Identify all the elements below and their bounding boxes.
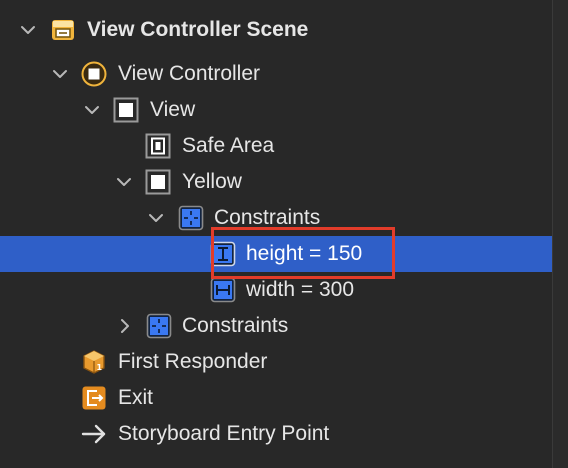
- chevron-down-icon[interactable]: [51, 65, 69, 83]
- chevron-down-icon[interactable]: [83, 101, 101, 119]
- svg-text:1: 1: [97, 363, 103, 372]
- outline-row-label: Safe Area: [182, 134, 275, 157]
- outline-row-view-controller-scene[interactable]: View Controller Scene: [0, 12, 552, 48]
- entry-point-arrow-icon: [81, 424, 106, 444]
- outline-row-label: Yellow: [182, 170, 242, 193]
- vertical-scrollbar[interactable]: [552, 0, 568, 468]
- exit-icon: [82, 386, 106, 410]
- outline-row-label: First Responder: [118, 350, 268, 373]
- view-icon: [113, 97, 139, 123]
- chevron-right-icon[interactable]: [116, 317, 134, 335]
- chevron-down-icon[interactable]: [115, 173, 133, 191]
- outline-row-label: View: [150, 98, 196, 121]
- outline-row-exit[interactable]: Exit: [0, 380, 552, 416]
- document-outline: View Controller Scene View Controller Vi…: [0, 0, 568, 468]
- outline-row-view[interactable]: View: [0, 92, 552, 128]
- outline-row-label: Constraints: [182, 314, 289, 337]
- scene-icon: [52, 20, 74, 40]
- constraints-icon: [178, 205, 204, 231]
- outline-row-label: Exit: [118, 386, 154, 409]
- safe-area-icon: [145, 133, 171, 159]
- chevron-down-icon[interactable]: [19, 21, 37, 39]
- outline-row-view-controller[interactable]: View Controller: [0, 56, 552, 92]
- view-icon: [145, 169, 171, 195]
- width-constraint-icon: [210, 277, 236, 303]
- view-controller-icon: [81, 61, 107, 87]
- outline-row-constraints[interactable]: Constraints: [0, 308, 552, 344]
- outline-row-storyboard-entry-point[interactable]: Storyboard Entry Point: [0, 416, 552, 452]
- outline-row-label: View Controller Scene: [87, 18, 309, 41]
- outline-row-label: View Controller: [118, 62, 261, 85]
- outline-row-label: Storyboard Entry Point: [118, 422, 330, 445]
- first-responder-icon: 1: [83, 350, 105, 374]
- chevron-down-icon[interactable]: [147, 209, 165, 227]
- annotation-highlight-box: [211, 227, 395, 279]
- outline-row-first-responder[interactable]: 1 First Responder: [0, 344, 552, 380]
- outline-row-safe-area[interactable]: Safe Area: [0, 128, 552, 164]
- outline-row-label: width = 300: [246, 278, 354, 301]
- constraints-icon: [146, 313, 172, 339]
- outline-row-yellow[interactable]: Yellow: [0, 164, 552, 200]
